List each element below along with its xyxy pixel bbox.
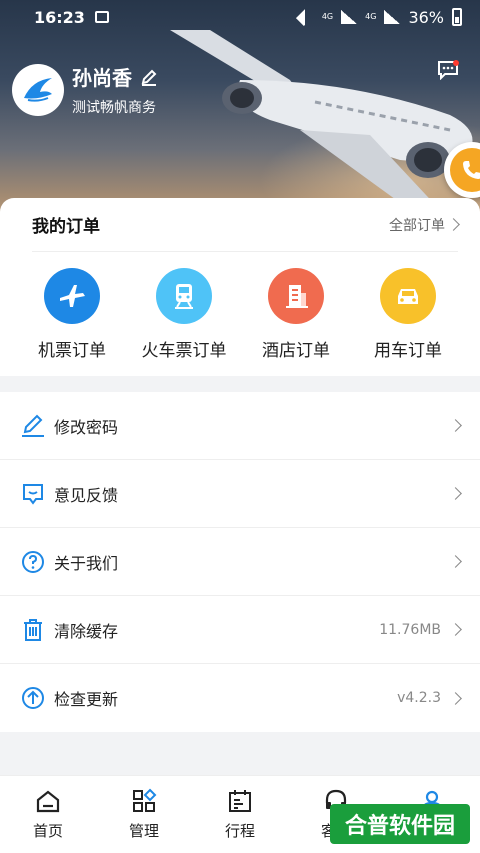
calendar-icon	[229, 790, 251, 812]
order-hotel[interactable]: 酒店订单	[240, 268, 352, 361]
avatar[interactable]	[12, 63, 64, 116]
tab-manage[interactable]: 管理	[96, 776, 192, 853]
order-car[interactable]: 用车订单	[352, 268, 464, 361]
order-label: 酒店订单	[262, 341, 330, 361]
user-name: 孙尚香	[72, 66, 132, 90]
user-profile[interactable]: 孙尚香 测试畅帆商务	[12, 62, 158, 117]
tab-label: 行程	[224, 822, 255, 840]
car-icon	[380, 268, 436, 324]
menu-label: 关于我们	[54, 553, 119, 573]
order-label: 火车票订单	[141, 341, 227, 361]
chevron-right-icon	[449, 623, 462, 636]
tab-label: 首页	[32, 822, 63, 840]
tab-home[interactable]: 首页	[0, 776, 96, 853]
settings-menu: 修改密码 意见反馈 关于我们 清除缓存 11.76MB 检查更新 v4.2.3	[0, 392, 480, 732]
watermark-logo: 合普软件园	[330, 804, 470, 844]
hotel-icon	[268, 268, 324, 324]
all-orders-label: 全部订单	[389, 217, 445, 234]
my-orders-card: 我的订单 全部订单 机票订单 火车票订单 酒店订单 用车订单	[0, 198, 480, 376]
user-company: 测试畅帆商务	[72, 100, 156, 116]
tab-label: 管理	[128, 822, 159, 840]
logo-icon	[24, 77, 52, 102]
plane-icon	[44, 268, 100, 324]
order-label: 机票订单	[38, 341, 106, 361]
message-icon[interactable]	[437, 60, 459, 80]
airplane-image	[170, 30, 473, 210]
update-icon	[20, 685, 46, 711]
menu-label: 检查更新	[54, 690, 119, 709]
chevron-right-icon	[449, 555, 462, 568]
train-icon	[156, 268, 212, 324]
menu-label: 修改密码	[54, 417, 119, 437]
order-flight[interactable]: 机票订单	[16, 268, 128, 361]
orders-title: 我的订单	[32, 217, 100, 237]
order-train[interactable]: 火车票订单	[128, 268, 240, 361]
menu-label: 意见反馈	[54, 485, 119, 505]
help-icon	[20, 549, 46, 575]
chevron-right-icon	[447, 218, 460, 231]
phone-icon	[463, 161, 480, 179]
menu-about-us[interactable]: 关于我们	[0, 528, 480, 596]
app-version: v4.2.3	[397, 690, 441, 706]
edit-name-icon[interactable]	[140, 68, 158, 86]
menu-clear-cache[interactable]: 清除缓存 11.76MB	[0, 596, 480, 664]
menu-label: 清除缓存	[54, 621, 119, 641]
status-time: 16:23	[34, 7, 85, 27]
chevron-right-icon	[449, 691, 462, 705]
menu-change-password[interactable]: 修改密码	[0, 392, 480, 460]
chevron-right-icon	[449, 419, 462, 432]
menu-check-update[interactable]: 检查更新 v4.2.3	[0, 664, 480, 732]
tab-itinerary[interactable]: 行程	[192, 776, 288, 853]
menu-feedback[interactable]: 意见反馈	[0, 460, 480, 528]
order-label: 用车订单	[374, 341, 442, 361]
home-icon	[36, 790, 60, 813]
chevron-right-icon	[449, 487, 462, 500]
all-orders-link[interactable]: 全部订单	[389, 215, 460, 235]
profile-header: 16:23 4G 4G 36% 孙尚香 测试畅帆商务	[0, 0, 480, 230]
grid-icon	[133, 788, 157, 812]
edit-icon	[20, 413, 46, 439]
trash-icon	[20, 617, 46, 643]
gallery-icon	[94, 11, 109, 23]
cache-size: 11.76MB	[379, 621, 441, 638]
feedback-icon	[20, 481, 46, 507]
